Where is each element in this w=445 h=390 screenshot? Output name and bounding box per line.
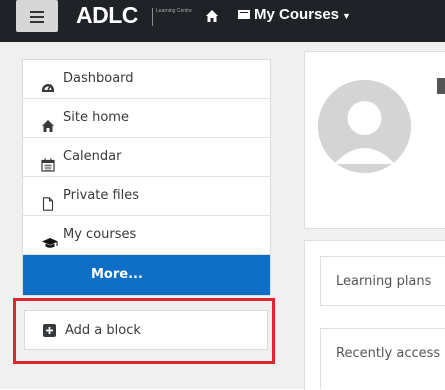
avatar[interactable] [318, 80, 411, 173]
course-icon [238, 1, 250, 19]
graduation-cap-icon [41, 228, 59, 248]
calendar-icon [41, 150, 55, 172]
sidebar-item-label: Dashboard [63, 71, 134, 86]
menu-toggle-button[interactable] [16, 0, 58, 32]
sidebar-item-label: Private files [63, 188, 140, 203]
site-logo[interactable]: ADLC [76, 0, 138, 32]
add-block-button[interactable]: Add a block [24, 310, 268, 350]
profile-name-fragment [437, 78, 445, 94]
home-icon[interactable] [205, 8, 219, 22]
file-icon [41, 189, 55, 211]
my-courses-menu[interactable]: My Courses ▼ [238, 0, 351, 32]
sidebar-item-label: My courses [63, 227, 137, 242]
sidebar-item-site-home[interactable]: Site home [23, 99, 270, 138]
sidebar-more-link[interactable]: More... [23, 255, 270, 295]
sidebar-item-my-courses[interactable]: My courses [23, 216, 270, 255]
sidebar-item-calendar[interactable]: Calendar [23, 138, 270, 177]
hamburger-icon [30, 11, 44, 23]
sidebar-item-dashboard[interactable]: Dashboard [23, 60, 270, 99]
sidebar-item-label: Site home [63, 110, 129, 125]
my-courses-label: My Courses [254, 6, 340, 23]
navigation-block: Dashboard Site home Calendar Private fil… [22, 59, 271, 296]
sidebar-item-label: Calendar [63, 149, 122, 164]
dashboard-icon [41, 72, 55, 92]
chevron-down-icon: ▼ [342, 11, 351, 21]
learning-plans-block: Learning plans [320, 256, 445, 306]
site-logo-subtitle: Learning Centre [152, 8, 200, 26]
recently-accessed-block: Recently access [320, 328, 445, 389]
recently-accessed-title: Recently access [336, 346, 441, 361]
home-icon [41, 111, 55, 132]
learning-plans-title: Learning plans [336, 273, 432, 289]
top-navbar: ADLC Learning Centre My Courses ▼ [0, 0, 445, 42]
sidebar-item-private-files[interactable]: Private files [23, 177, 270, 216]
add-block-label: Add a block [65, 322, 141, 338]
plus-square-icon [43, 323, 56, 337]
